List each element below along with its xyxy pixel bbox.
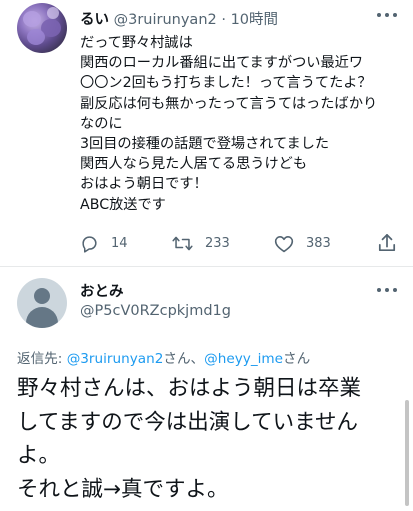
honorific: さん、	[163, 351, 205, 367]
tweet-actions: 14 233 383	[80, 232, 400, 254]
more-horizontal-icon[interactable]	[377, 12, 397, 18]
reply-count: 14	[111, 235, 128, 251]
like-count: 383	[306, 235, 331, 251]
default-avatar-body-shape	[26, 307, 58, 328]
avatar-flower-shape	[47, 7, 59, 19]
share-button[interactable]	[378, 232, 396, 254]
reply-button[interactable]: 14	[80, 232, 128, 254]
separator: ·	[221, 12, 226, 28]
tweet-text-line: 関西のローカル番組に出てますがつい最近ワ	[80, 55, 364, 72]
scrollbar[interactable]	[405, 400, 409, 506]
tweet-text: 野々村さんは、おはよう朝日は卒業 してますので今は出演していません よ。 それと…	[17, 372, 397, 506]
like-icon	[274, 235, 294, 252]
more-horizontal-icon[interactable]	[377, 287, 397, 293]
avatar-flower-shape	[27, 29, 45, 45]
tweet-text-line: してますので今は出演していません	[17, 409, 358, 435]
tweet-header: るい @3ruirunyan2 · 10時間	[80, 8, 278, 29]
reply-icon	[82, 235, 97, 253]
like-button[interactable]: 383	[274, 232, 331, 254]
handle[interactable]: @3ruirunyan2	[114, 12, 217, 28]
avatar-default[interactable]	[17, 278, 67, 328]
tweet-text-line: 野々村さんは、おはよう朝日は卒業	[17, 376, 362, 401]
default-avatar-head-shape	[34, 288, 50, 304]
tweet-text-line: なのに	[80, 115, 123, 132]
tweet-text-line: 副反応は何も無かったって言うてはったばかり	[80, 95, 378, 112]
tweet-text-line: 関西人なら見た人居てる思うけども	[80, 156, 308, 173]
display-name[interactable]: るい	[80, 12, 109, 28]
avatar-flower-shape	[23, 11, 41, 27]
reply-to-line: 返信先: @3ruirunyan2さん、@heyy_imeさん	[17, 347, 310, 367]
tweet-text-line: 〇〇ン2回もう打ちました！って言うてたよ？	[80, 75, 372, 92]
tweet-text-line: おはよう朝日です！	[80, 176, 208, 193]
tweet-text-line: ABC放送です	[80, 196, 166, 213]
tweet-text-line: だって野々村誠は	[80, 35, 193, 51]
display-name[interactable]: おとみ	[80, 280, 124, 301]
handle[interactable]: @P5cV0RZcpkjmd1g	[80, 303, 231, 319]
avatar-rui[interactable]	[17, 3, 67, 53]
share-icon	[378, 234, 396, 252]
mention-link[interactable]: @3ruirunyan2	[67, 351, 164, 367]
retweet-icon	[172, 236, 193, 250]
timestamp[interactable]: 10時間	[231, 12, 278, 28]
tweet-reply[interactable]: おとみ @P5cV0RZcpkjmd1g 返信先: @3ruirunyan2さん…	[0, 267, 413, 511]
honorific: さん	[283, 351, 311, 367]
mention-link[interactable]: @heyy_ime	[204, 351, 283, 367]
tweet-original[interactable]: るい @3ruirunyan2 · 10時間 だって野々村誠は 関西のローカル番…	[0, 0, 413, 266]
tweet-text-line: よ。	[17, 443, 61, 468]
tweet-text-line: それと誠→真ですよ。	[17, 476, 229, 502]
retweet-button[interactable]: 233	[172, 232, 230, 254]
retweet-count: 233	[205, 235, 230, 251]
tweet-text: だって野々村誠は 関西のローカル番組に出てますがつい最近ワ 〇〇ン2回もう打ちま…	[80, 33, 400, 215]
reply-to-prefix: 返信先:	[17, 351, 67, 367]
tweet-text-line: 3回目の接種の話題で登場されてました	[80, 136, 330, 153]
